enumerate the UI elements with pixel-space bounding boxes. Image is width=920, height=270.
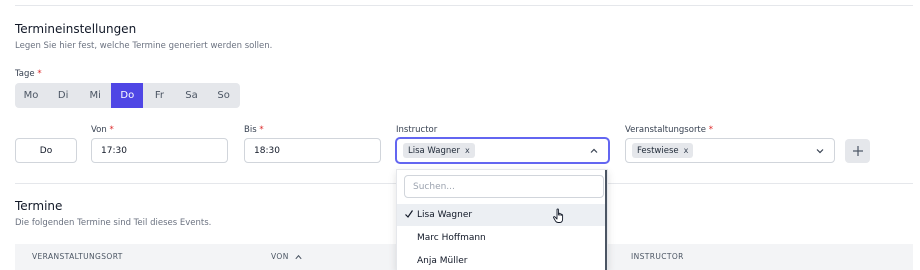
- dropdown-option-marc-hoffmann[interactable]: Marc Hoffmann: [397, 227, 605, 249]
- venue-label-text: Veranstaltungsorte: [625, 125, 706, 135]
- day-field[interactable]: Do: [15, 138, 77, 163]
- day-di[interactable]: Di: [47, 83, 79, 108]
- from-label-text: Von: [91, 125, 107, 135]
- from-time-input[interactable]: 17:30: [91, 138, 228, 163]
- to-label-text: Bis: [244, 125, 257, 135]
- day-field-value: Do: [39, 145, 53, 156]
- chip-remove-icon[interactable]: x: [465, 146, 470, 155]
- settings-title: Termineinstellungen: [15, 22, 137, 36]
- dropdown-option-label: Lisa Wagner: [417, 210, 473, 220]
- settings-subtitle: Legen Sie hier fest, welche Termine gene…: [15, 41, 273, 51]
- day-mi[interactable]: Mi: [79, 83, 111, 108]
- from-time-value: 17:30: [101, 145, 127, 156]
- dropdown-scrollbar[interactable]: [605, 170, 607, 270]
- to-label: Bis *: [244, 125, 264, 135]
- required-mark: *: [37, 69, 42, 79]
- day-do[interactable]: Do: [111, 83, 144, 108]
- days-label: Tage *: [15, 69, 42, 79]
- column-header-from[interactable]: VON: [271, 252, 303, 261]
- dropdown-option-anja-mueller[interactable]: Anja Müller: [397, 250, 605, 270]
- instructor-chip: Lisa Wagner x: [403, 143, 475, 158]
- chevron-up-icon[interactable]: [589, 146, 599, 156]
- venue-label: Veranstaltungsorte *: [625, 125, 713, 135]
- dropdown-option-lisa-wagner[interactable]: Lisa Wagner: [397, 204, 605, 226]
- venue-select[interactable]: Festwiese x: [625, 138, 835, 163]
- termine-subtitle: Die folgenden Termine sind Teil dieses E…: [15, 218, 212, 228]
- day-sa[interactable]: Sa: [175, 83, 207, 108]
- day-mo[interactable]: Mo: [15, 83, 47, 108]
- chevron-down-icon[interactable]: [815, 146, 825, 156]
- column-header-instructor[interactable]: INSTRUCTOR: [631, 252, 684, 261]
- check-icon: [405, 210, 413, 218]
- instructor-chip-label: Lisa Wagner: [408, 145, 461, 156]
- from-label: Von *: [91, 125, 114, 135]
- instructor-dropdown: Suchen... Lisa Wagner Marc Hoffmann Anja…: [396, 169, 608, 270]
- add-row-button[interactable]: [845, 139, 870, 163]
- venue-chip: Festwiese x: [632, 143, 694, 158]
- required-mark: *: [708, 125, 713, 135]
- chip-remove-icon[interactable]: x: [684, 146, 689, 155]
- instructor-select[interactable]: Lisa Wagner x: [396, 138, 609, 163]
- to-time-input[interactable]: 18:30: [244, 138, 381, 163]
- plus-icon: [852, 146, 863, 156]
- column-header-venue[interactable]: VERANSTALTUNGSORT: [32, 252, 123, 261]
- column-header-from-label: VON: [271, 252, 289, 261]
- termine-title: Termine: [15, 199, 63, 213]
- days-label-text: Tage: [15, 69, 35, 79]
- to-time-value: 18:30: [254, 145, 280, 156]
- chevron-up-icon: [295, 254, 302, 259]
- instructor-label: Instructor: [396, 125, 438, 135]
- weekday-selector: Mo Di Mi Do Fr Sa So: [15, 83, 240, 108]
- dropdown-option-label: Marc Hoffmann: [417, 233, 486, 243]
- required-mark: *: [259, 125, 264, 135]
- hand-cursor-icon: [553, 208, 564, 223]
- day-fr[interactable]: Fr: [143, 83, 175, 108]
- required-mark: *: [109, 125, 114, 135]
- dropdown-search-input[interactable]: Suchen...: [404, 175, 604, 198]
- top-divider: [15, 5, 913, 6]
- dropdown-option-label: Anja Müller: [417, 256, 468, 266]
- venue-chip-label: Festwiese: [637, 145, 679, 156]
- day-so[interactable]: So: [208, 83, 240, 108]
